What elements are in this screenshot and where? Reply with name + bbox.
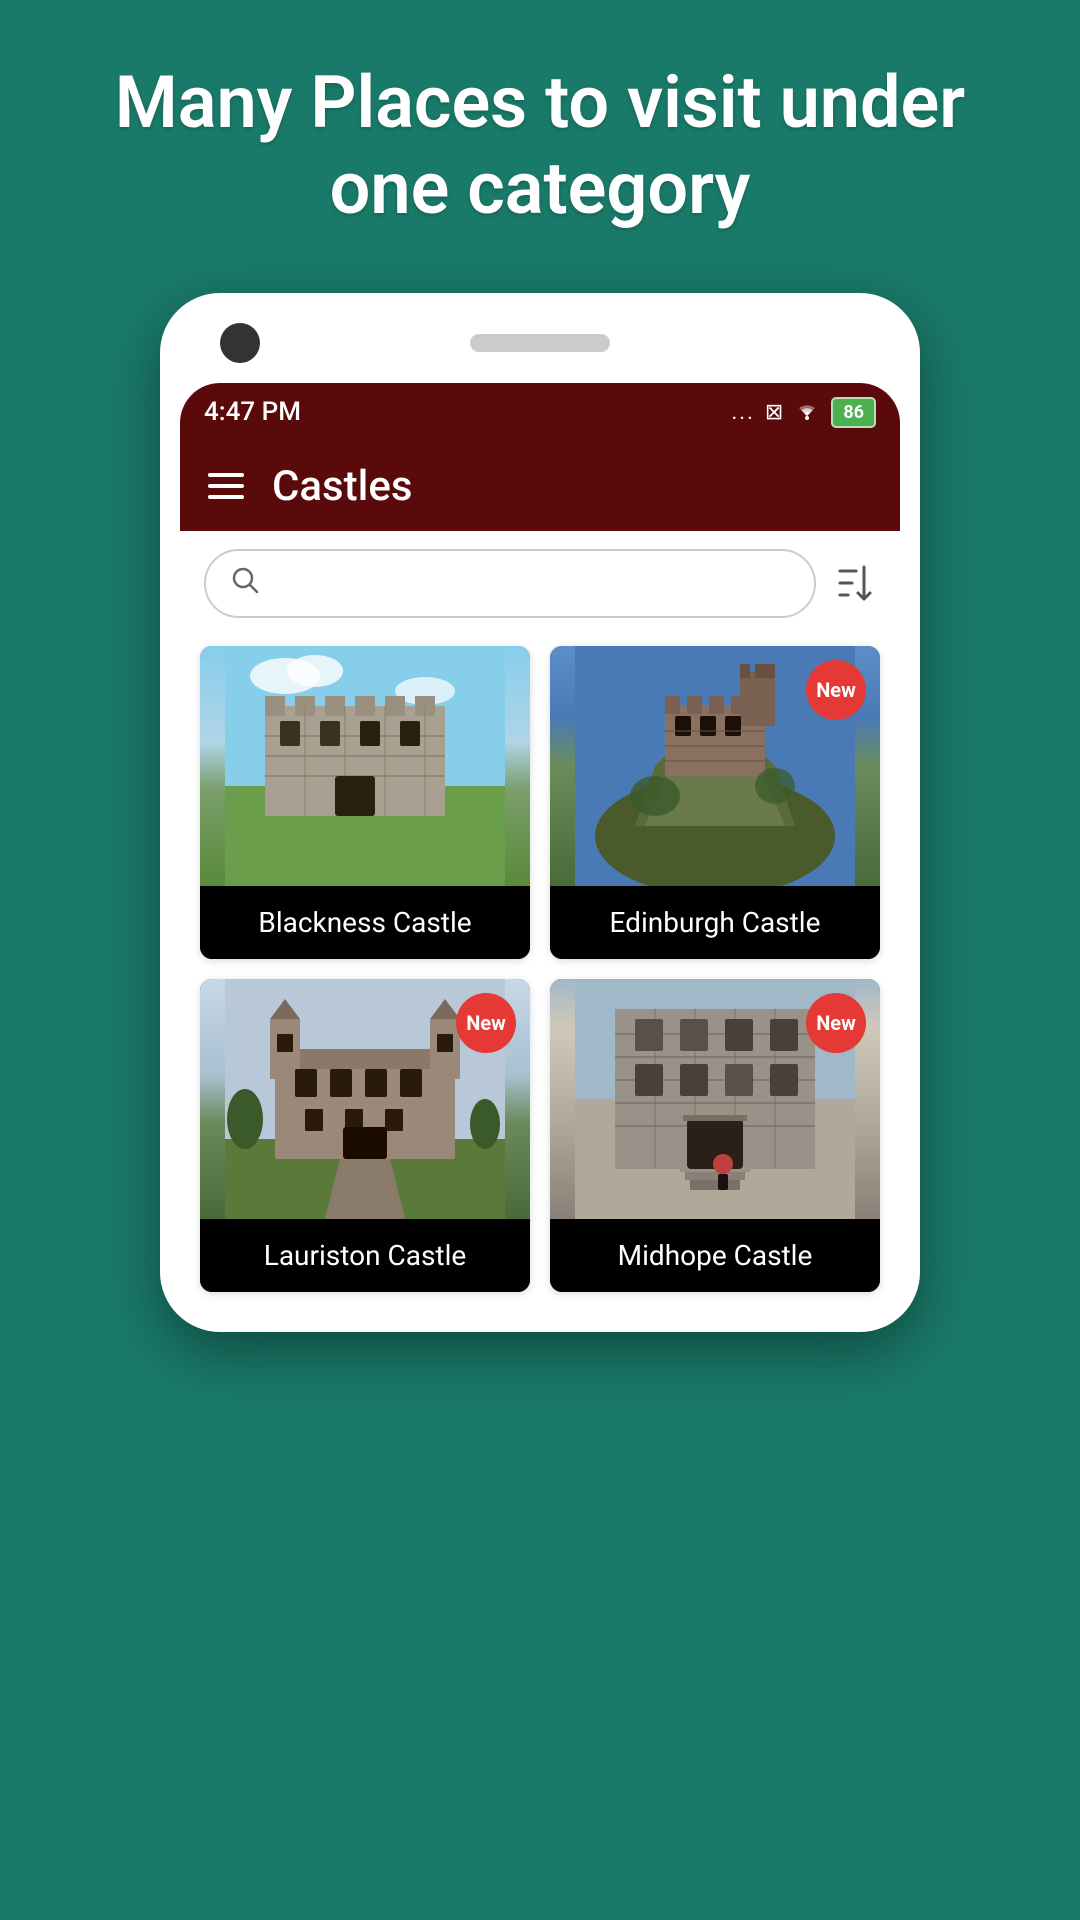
wifi-icon	[793, 398, 821, 426]
edinburgh-castle-image: New	[550, 646, 880, 886]
cards-grid: Blackness Castle New	[180, 636, 900, 1312]
page-header: Many Places to visit under one category	[0, 0, 1080, 273]
lauriston-castle-label: Lauriston Castle	[200, 1219, 530, 1292]
search-bar[interactable]	[204, 549, 816, 618]
status-bar: 4:47 PM ... ⊠ 86	[180, 383, 900, 442]
castle-card-edinburgh[interactable]: New	[550, 646, 880, 959]
blackness-castle-image	[200, 646, 530, 886]
search-icon	[230, 565, 260, 602]
new-badge-edinburgh: New	[806, 660, 866, 720]
app-bar: Castles	[180, 442, 900, 531]
menu-button[interactable]	[208, 473, 244, 499]
status-dots: ...	[732, 400, 755, 425]
lauriston-castle-image: New	[200, 979, 530, 1219]
new-badge-lauriston: New	[456, 993, 516, 1053]
phone-mockup: 4:47 PM ... ⊠ 86	[160, 293, 920, 1332]
status-icons: ... ⊠ 86	[732, 397, 877, 428]
phone-camera	[220, 323, 260, 363]
status-time: 4:47 PM	[204, 397, 301, 427]
sim-icon: ⊠	[765, 400, 783, 425]
edinburgh-castle-label: Edinburgh Castle	[550, 886, 880, 959]
castle-card-blackness[interactable]: Blackness Castle	[200, 646, 530, 959]
search-input[interactable]	[274, 567, 790, 599]
phone-speaker	[470, 334, 610, 352]
midhope-castle-image: New	[550, 979, 880, 1219]
battery-indicator: 86	[831, 397, 876, 428]
blackness-castle-label: Blackness Castle	[200, 886, 530, 959]
new-badge-midhope: New	[806, 993, 866, 1053]
search-area	[180, 531, 900, 636]
page-title: Many Places to visit under one category	[80, 60, 1000, 233]
app-bar-title: Castles	[272, 462, 412, 511]
castle-card-midhope[interactable]: New	[550, 979, 880, 1292]
sort-button[interactable]	[832, 561, 876, 605]
phone-notch	[180, 313, 900, 383]
midhope-castle-label: Midhope Castle	[550, 1219, 880, 1292]
castle-card-lauriston[interactable]: New	[200, 979, 530, 1292]
phone-screen: 4:47 PM ... ⊠ 86	[180, 383, 900, 1312]
